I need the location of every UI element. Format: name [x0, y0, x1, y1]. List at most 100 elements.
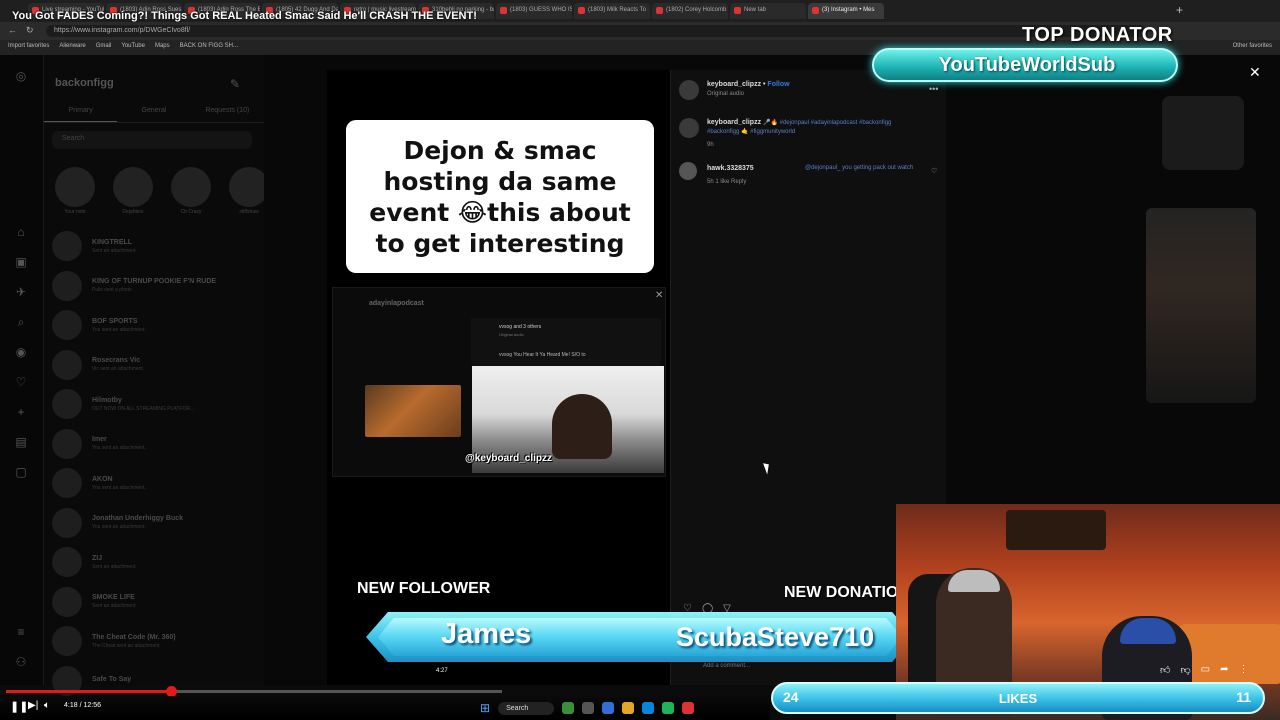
create-icon[interactable]: +	[14, 405, 28, 419]
note-item[interactable]: Your note	[52, 167, 98, 215]
thread-item[interactable]: BOF SPORTS You sent an attachment.	[52, 310, 146, 340]
chat-photo[interactable]	[1146, 208, 1256, 403]
bookmark-item[interactable]: Maps	[155, 43, 170, 52]
avatar[interactable]	[52, 349, 82, 380]
owner-avatar[interactable]	[679, 80, 699, 100]
avatar[interactable]	[113, 167, 153, 207]
inner-post-user: vvsog and 3 others	[499, 324, 542, 330]
chat-media-bubble[interactable]	[1162, 96, 1244, 170]
browser-tab[interactable]: New tab	[730, 3, 806, 19]
browser-tab[interactable]: (1803) GUESS WHO IS T	[496, 3, 572, 19]
avatar[interactable]	[229, 167, 269, 207]
more-options-icon[interactable]: •••	[929, 84, 938, 94]
home-icon[interactable]: ⌂	[14, 225, 28, 239]
avatar[interactable]	[52, 389, 82, 419]
thumbs-up-icon[interactable]: 👍︎	[1160, 664, 1170, 676]
caption-tags[interactable]: 🎤🔥 #dejonpaul #adayinlapodcast #backonfi…	[707, 119, 897, 137]
avatar[interactable]	[52, 468, 82, 498]
note-item[interactable]: Dejahbox	[110, 167, 156, 215]
thread-item[interactable]: Hilmotby OUT NOW ON ALL STREAMING PLATFOR…	[52, 389, 194, 419]
inbox-tab[interactable]: General	[117, 103, 190, 122]
owner-username-text[interactable]: keyboard_clipzz	[707, 81, 761, 88]
owner-audio[interactable]: Original audio	[707, 91, 744, 97]
pause-icon[interactable]: ❚❚	[10, 700, 28, 713]
comment-username[interactable]: hawk.3328375	[707, 165, 754, 172]
taskbar-app-icon[interactable]	[602, 702, 615, 714]
inbox-search-input[interactable]: Search	[52, 131, 252, 149]
avatar[interactable]	[52, 586, 82, 617]
follow-button[interactable]: Follow	[767, 81, 789, 88]
note-item[interactable]: Cb Crazy	[168, 167, 214, 215]
profile-icon[interactable]: ▢	[14, 465, 28, 479]
commenter-avatar[interactable]	[679, 162, 697, 180]
thread-item[interactable]: AKON You sent an attachment.	[52, 468, 146, 498]
new-tab-button[interactable]: +	[1176, 3, 1183, 17]
avatar[interactable]	[55, 167, 95, 207]
windows-start-icon[interactable]: ⊞	[480, 701, 490, 715]
menu-icon[interactable]: ≡	[14, 625, 28, 639]
browser-tab[interactable]: (1803) Milk Reacts To	[574, 3, 650, 19]
taskbar-folder-icon[interactable]	[622, 702, 635, 714]
avatar[interactable]	[171, 167, 211, 207]
notifications-heart-icon[interactable]: ♡	[14, 375, 28, 389]
thread-item[interactable]: Jonathan Underhiggy Buck You sent an atta…	[52, 507, 183, 538]
share-arrow-icon[interactable]: ➦	[1220, 664, 1228, 676]
thread-item[interactable]: KINGTRELL Sent an attachment	[52, 231, 135, 261]
thumbs-down-icon[interactable]: 👎︎	[1180, 664, 1190, 676]
meta-icon[interactable]: ⚇	[14, 655, 28, 669]
thread-item[interactable]: Imer You sent an attachment.	[52, 428, 146, 459]
thread-item[interactable]: ZIJ Sent an attachment.	[52, 547, 137, 577]
search-icon[interactable]: ⌕	[14, 315, 28, 329]
avatar[interactable]	[52, 428, 82, 459]
bookmark-item[interactable]: Gmail	[96, 43, 112, 52]
avatar[interactable]	[52, 310, 82, 340]
url-input[interactable]: https://www.instagram.com/p/DWGeCIvo8fl/	[46, 25, 1146, 37]
reload-icon[interactable]: ↻	[26, 25, 34, 36]
bookmark-item[interactable]: Import favorites	[8, 43, 49, 52]
explore-icon[interactable]: ◉	[14, 345, 28, 359]
dashboard-icon[interactable]: ▤	[14, 435, 28, 449]
thread-name: Imer	[92, 436, 107, 443]
avatar[interactable]	[52, 507, 82, 538]
thread-item[interactable]: Rosecrans Vic Vic sent an attachment.	[52, 349, 144, 380]
inbox-tab[interactable]: Requests (10)	[191, 103, 264, 122]
taskbar-app-icon[interactable]	[582, 702, 595, 714]
bookmark-item[interactable]: Alienware	[59, 43, 85, 52]
avatar[interactable]	[52, 231, 82, 261]
thread-preview: The Cheat sent an attachment.	[92, 642, 161, 649]
taskbar-spotify-icon[interactable]	[662, 702, 675, 714]
messages-icon[interactable]: ✈	[14, 285, 28, 299]
browser-tab[interactable]: (1802) Corey Holcomb D	[652, 3, 728, 19]
thread-item[interactable]: KING OF TURNUP POOKIE F'N RUDE Pulls sent…	[52, 270, 216, 301]
taskbar-app-icon[interactable]	[562, 702, 575, 714]
taskbar-store-icon[interactable]	[642, 702, 655, 714]
owner-username[interactable]: keyboard_clipzz • Follow	[707, 81, 790, 88]
next-icon[interactable]: ▶|	[28, 700, 38, 711]
reels-icon[interactable]: ▣	[14, 255, 28, 269]
thread-item[interactable]: The Cheat Code (Mr. 360) The Cheat sent a…	[52, 626, 176, 656]
close-icon[interactable]: ✕	[1249, 64, 1261, 81]
back-icon[interactable]: ←	[8, 25, 17, 35]
browser-tab[interactable]: (3) Instagram • Mes	[808, 3, 884, 19]
chat-icon[interactable]: ▭	[1201, 664, 1210, 676]
taskbar-search[interactable]: Search	[498, 701, 555, 715]
inbox-username[interactable]: backonfigg	[55, 77, 114, 89]
video-progress-bar[interactable]	[6, 686, 502, 697]
compose-icon[interactable]: ✎	[230, 77, 240, 91]
avatar[interactable]	[52, 270, 82, 301]
avatar[interactable]	[52, 626, 82, 656]
other-favorites[interactable]: Other favorites	[1233, 43, 1272, 49]
more-dots-icon[interactable]: ⋮	[1238, 664, 1248, 676]
add-comment-input[interactable]: Add a comment...	[703, 663, 750, 669]
volume-icon[interactable]: 🔈︎	[44, 700, 50, 711]
caption-avatar[interactable]	[679, 118, 699, 138]
taskbar-app-icon[interactable]	[682, 702, 695, 714]
bookmark-item[interactable]: BACK ON FIGG SH...	[180, 43, 238, 52]
instagram-logo-icon[interactable]: ◎	[14, 69, 28, 83]
bookmark-item[interactable]: YouTube	[121, 43, 145, 52]
thread-item[interactable]: SMOKE LIFE Sent an attachment.	[52, 586, 137, 617]
inbox-tab[interactable]: Primary	[44, 103, 118, 122]
comment-like-heart-icon[interactable]: ♡	[931, 167, 937, 175]
avatar[interactable]	[52, 547, 82, 577]
comment-meta[interactable]: 5h 1 like Reply	[707, 179, 746, 185]
